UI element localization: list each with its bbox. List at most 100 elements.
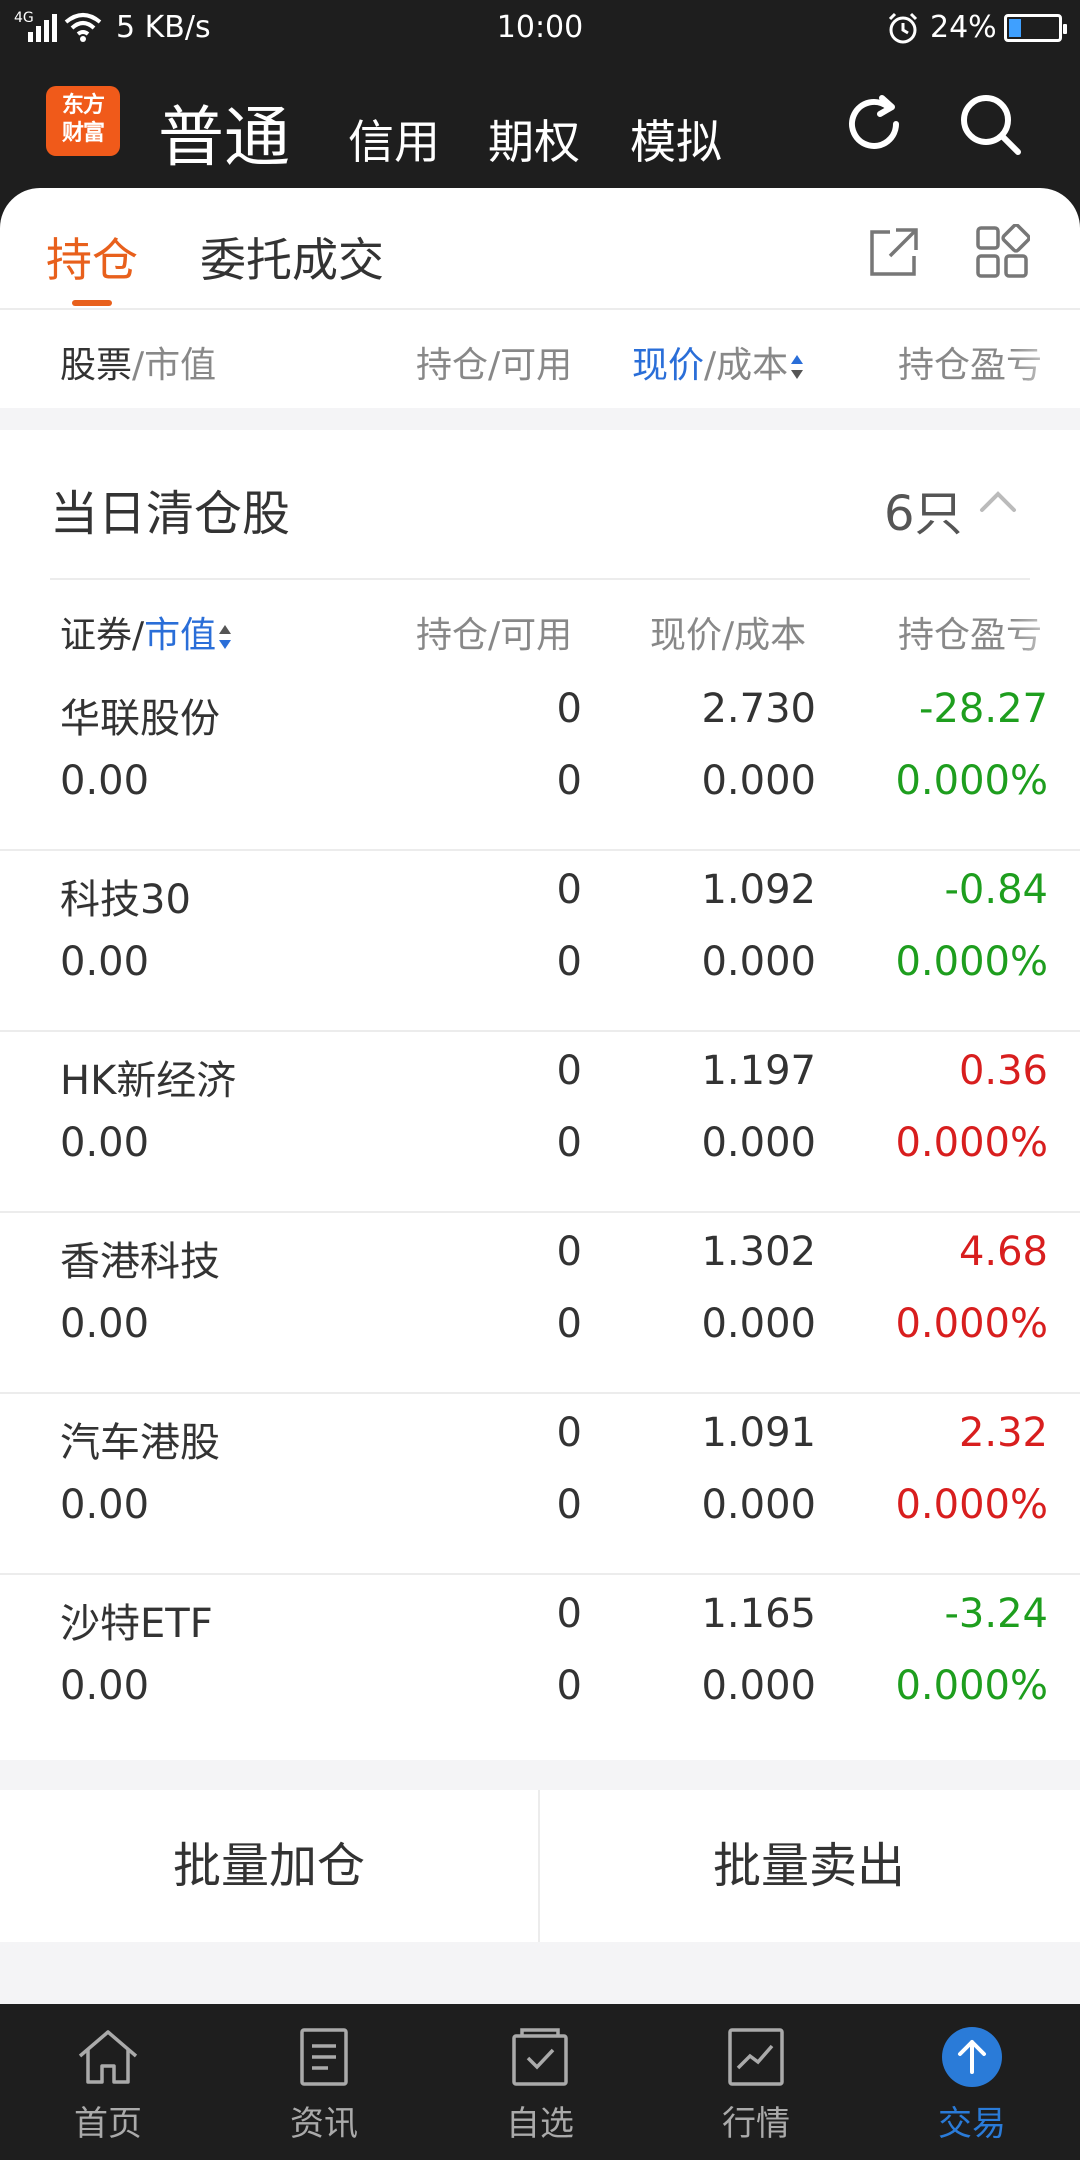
sort-icon <box>219 625 232 649</box>
active-tab-indicator <box>72 300 112 306</box>
battery-icon <box>1004 14 1067 42</box>
chevron-up-icon[interactable] <box>978 488 1018 516</box>
grid-icon[interactable] <box>974 224 1030 280</box>
stock-name: 汽车港股 <box>60 1420 220 1466</box>
current-price: 1.302 <box>701 1229 816 1275</box>
tab-credit[interactable]: 信用 <box>348 106 440 172</box>
table-row[interactable]: 科技30 0.00 0 0 1.092 0.000 -0.84 0.000% <box>0 851 1080 1032</box>
section-count: 6只 <box>884 486 963 542</box>
section-header-hold-available[interactable]: 持仓/可用 <box>416 606 572 658</box>
status-bar: 4G 5 KB/s 10:00 24% <box>0 0 1080 56</box>
divider <box>50 578 1030 580</box>
header-stock-marketvalue[interactable]: 股票/市值 <box>60 336 216 388</box>
nav-label: 资讯 <box>290 2104 358 2144</box>
nav-market[interactable]: 行情 <box>648 2004 864 2160</box>
profit-loss-percent: 0.000% <box>895 1120 1048 1166</box>
table-row[interactable]: 沙特ETF 0.00 0 0 1.165 0.000 -3.24 0.000% <box>0 1575 1080 1756</box>
stock-name: 沙特ETF <box>60 1601 213 1647</box>
table-row[interactable]: 汽车港股 0.00 0 0 1.091 0.000 2.32 0.000% <box>0 1394 1080 1575</box>
home-icon <box>78 2030 138 2084</box>
share-icon[interactable] <box>866 224 922 280</box>
table-row[interactable]: HK新经济 0.00 0 0 1.197 0.000 0.36 0.000% <box>0 1032 1080 1213</box>
market-value: 0.00 <box>60 939 150 985</box>
header-marketvalue-label: /市值 <box>132 345 217 386</box>
header-stock-label: 股票 <box>60 345 133 386</box>
batch-add-button[interactable]: 批量加仓 <box>0 1790 538 1942</box>
tab-options[interactable]: 期权 <box>488 106 580 172</box>
cost-price: 0.000 <box>701 939 816 985</box>
batch-sell-button[interactable]: 批量卖出 <box>540 1790 1078 1942</box>
section-header-price-cost[interactable]: 现价/成本 <box>650 606 806 658</box>
market-value: 0.00 <box>60 1120 150 1166</box>
logo-line-1: 东方 <box>61 93 105 118</box>
profit-loss: -28.27 <box>919 686 1048 732</box>
nav-trade[interactable]: 交易 <box>864 2004 1080 2160</box>
nav-label: 自选 <box>506 2104 574 2144</box>
scroll-fade <box>1010 330 1080 380</box>
profit-loss: 2.32 <box>958 1410 1048 1456</box>
profit-loss: -0.84 <box>944 867 1049 913</box>
cost-price: 0.000 <box>701 1120 816 1166</box>
header-price-cost[interactable]: 现价/成本 <box>632 336 806 388</box>
tab-orders-deals[interactable]: 委托成交 <box>200 224 384 290</box>
tab-normal[interactable]: 普通 <box>158 84 290 180</box>
nav-label: 交易 <box>938 2104 1006 2144</box>
profit-loss-percent: 0.000% <box>895 758 1048 804</box>
news-icon <box>300 2028 348 2086</box>
refresh-icon[interactable] <box>838 88 910 160</box>
market-chart-icon <box>728 2028 784 2086</box>
current-price: 1.092 <box>701 867 816 913</box>
header-hold-available[interactable]: 持仓/可用 <box>416 336 572 388</box>
divider <box>0 308 1080 310</box>
stock-name: 香港科技 <box>60 1239 220 1285</box>
available: 0 <box>556 1482 582 1528</box>
scroll-fade <box>1010 600 1080 650</box>
stock-name: HK新经济 <box>60 1058 237 1104</box>
holding: 0 <box>556 1229 582 1275</box>
nav-label: 首页 <box>74 2104 142 2144</box>
nav-home[interactable]: 首页 <box>0 2004 216 2160</box>
current-price: 2.730 <box>701 686 816 732</box>
search-icon[interactable] <box>954 88 1026 160</box>
batch-actions: 批量加仓 批量卖出 <box>0 1790 1080 1942</box>
market-value: 0.00 <box>60 1663 150 1709</box>
profit-loss: -3.24 <box>944 1591 1049 1637</box>
profit-loss-percent: 0.000% <box>895 939 1048 985</box>
holding: 0 <box>556 1410 582 1456</box>
app-logo: 东方 财富 <box>46 86 120 156</box>
current-price: 1.165 <box>701 1591 816 1637</box>
nav-news[interactable]: 资讯 <box>216 2004 432 2160</box>
header-cost-label: /成本 <box>704 345 789 386</box>
section-header-security-marketvalue[interactable]: 证券/市值 <box>60 606 234 658</box>
cost-price: 0.000 <box>701 758 816 804</box>
alarm-icon <box>888 12 918 44</box>
stock-name: 华联股份 <box>60 696 220 742</box>
tab-positions[interactable]: 持仓 <box>46 224 138 290</box>
holding: 0 <box>556 1048 582 1094</box>
market-value: 0.00 <box>60 1482 150 1528</box>
section-header-marketvalue-label: 市值 <box>144 615 217 656</box>
bottom-nav: 首页 资讯 自选 行情 交易 <box>0 2004 1080 2160</box>
table-row[interactable]: 香港科技 0.00 0 0 1.302 0.000 4.68 0.000% <box>0 1213 1080 1394</box>
battery-percent: 24% <box>930 10 997 45</box>
available: 0 <box>556 1301 582 1347</box>
market-value: 0.00 <box>60 758 150 804</box>
available: 0 <box>556 1120 582 1166</box>
trade-arrow-icon <box>942 2027 1002 2087</box>
available: 0 <box>556 939 582 985</box>
cost-price: 0.000 <box>701 1482 816 1528</box>
cost-price: 0.000 <box>701 1301 816 1347</box>
profit-loss: 0.36 <box>958 1048 1048 1094</box>
profit-loss-percent: 0.000% <box>895 1663 1048 1709</box>
available: 0 <box>556 1663 582 1709</box>
watchlist-icon <box>512 2028 568 2086</box>
header-price-label: 现价 <box>632 345 705 386</box>
nav-watchlist[interactable]: 自选 <box>432 2004 648 2160</box>
tab-simulated[interactable]: 模拟 <box>630 106 722 172</box>
nav-label: 行情 <box>722 2104 790 2144</box>
section-header-security-label: 证券/ <box>60 615 145 656</box>
table-row[interactable]: 华联股份 0.00 0 0 2.730 0.000 -28.27 0.000% <box>0 670 1080 851</box>
cleared-stocks-section: 当日清仓股 6只 证券/市值 持仓/可用 现价/成本 持仓盈亏 华联股份 0.0… <box>0 430 1080 1760</box>
holding: 0 <box>556 867 582 913</box>
market-value: 0.00 <box>60 1301 150 1347</box>
